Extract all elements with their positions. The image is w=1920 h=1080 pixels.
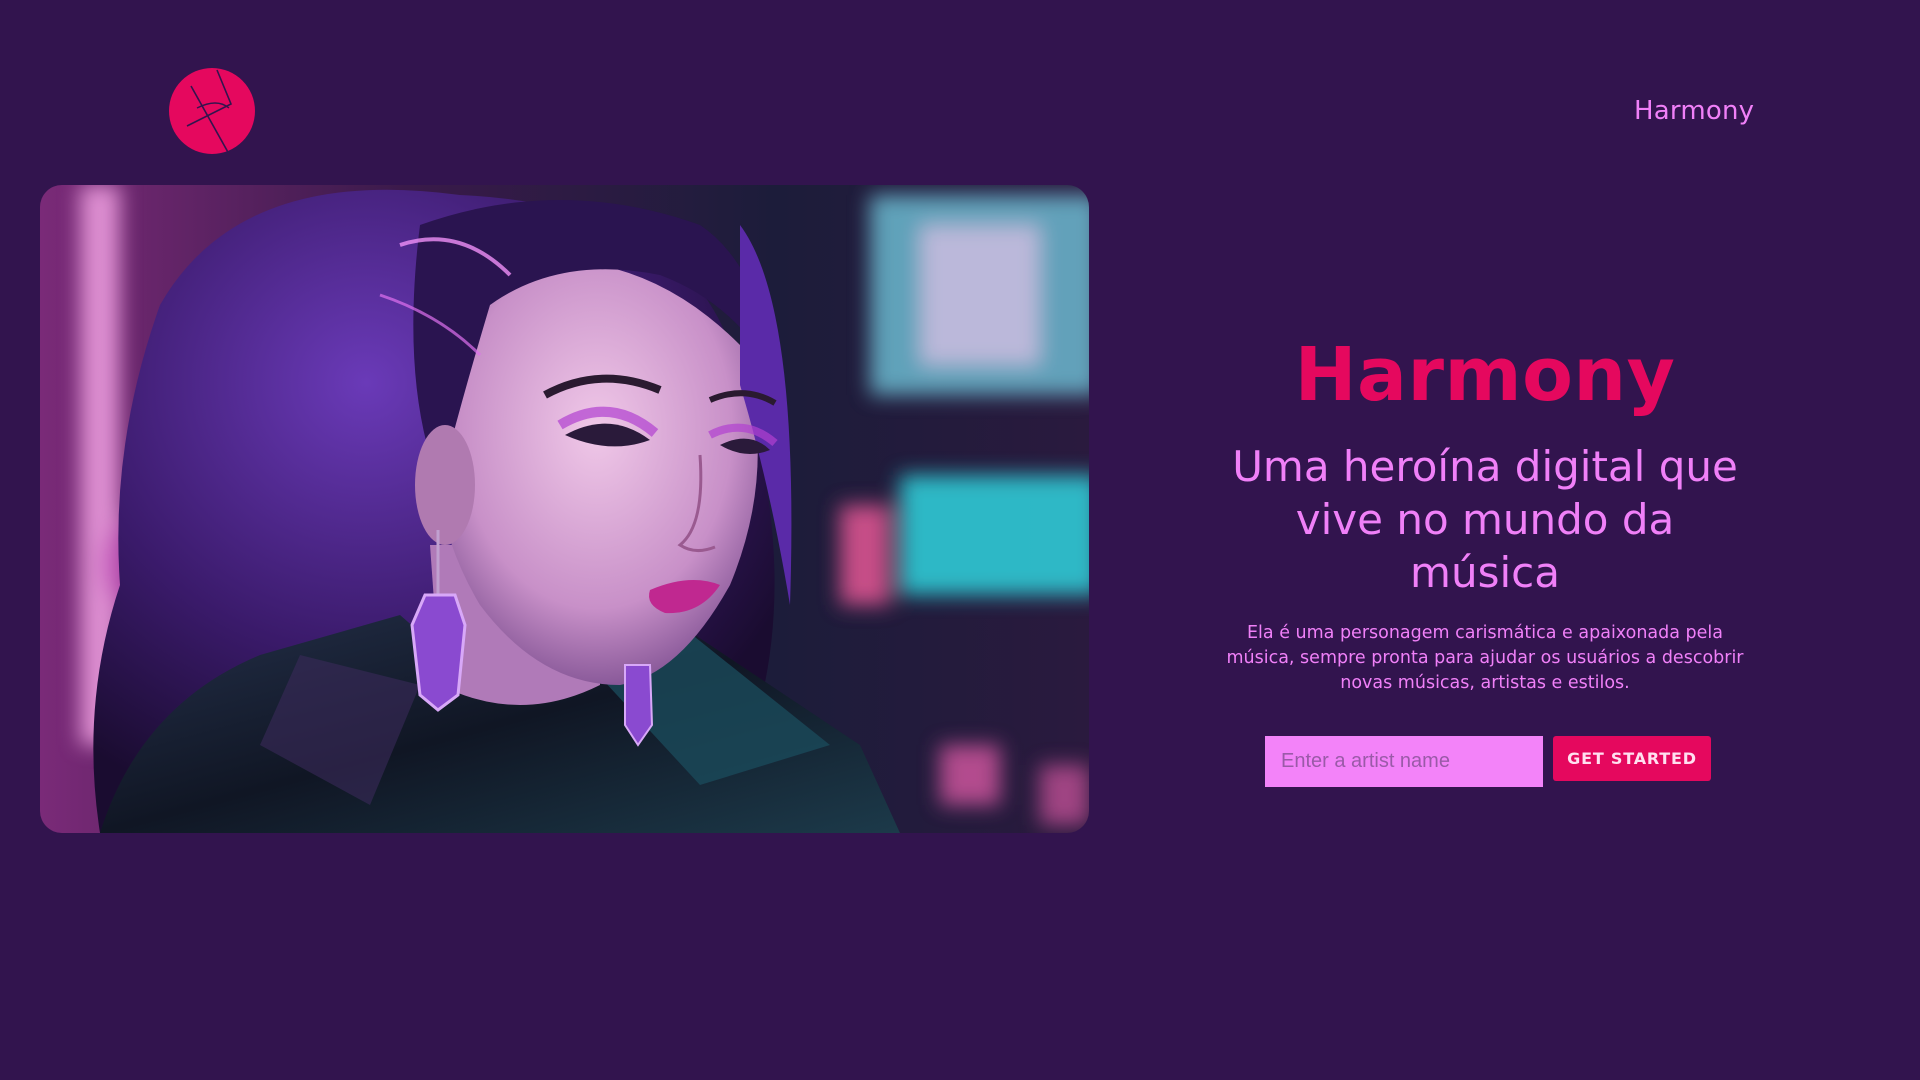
hero-title: Harmony xyxy=(1294,332,1676,418)
hero-character-image xyxy=(40,185,1089,833)
hero-description: Ela é uma personagem carismática e apaix… xyxy=(1226,623,1744,693)
landing-page: Harmony Harmony Uma heroína digital que … xyxy=(0,0,1920,1080)
get-started-button[interactable]: GET STARTED xyxy=(1553,736,1711,781)
nav-link-harmony[interactable]: Harmony xyxy=(1634,96,1754,126)
harmony-logo-icon[interactable] xyxy=(169,68,255,155)
artist-name-input[interactable] xyxy=(1265,736,1543,787)
hero-content: Harmony Uma heroína digital que vive no … xyxy=(1215,330,1755,787)
artist-search-form: GET STARTED xyxy=(1215,736,1755,787)
hero-subtitle: Uma heroína digital que vive no mundo da… xyxy=(1232,442,1738,597)
